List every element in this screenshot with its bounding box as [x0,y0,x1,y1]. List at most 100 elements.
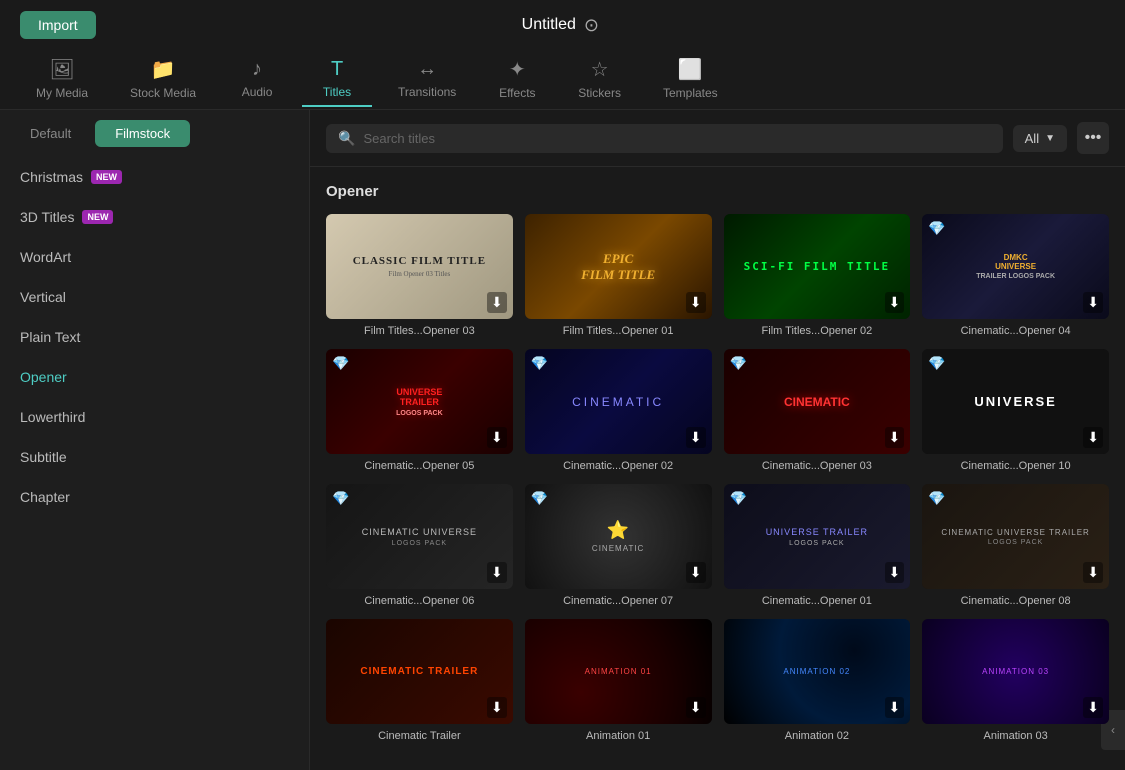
grid-item-animation-03[interactable]: ANIMATION 03 ⬇ Animation 03 [922,619,1109,742]
download-icon[interactable]: ⬇ [885,427,905,448]
grid-item-film-opener-03[interactable]: CLASSIC FILM TITLEFilm Opener 03 Titles … [326,214,513,337]
sidebar-tab-filmstock[interactable]: Filmstock [95,120,190,147]
grid-thumb-cinematic-opener-07: ⭐CINEMATIC 💎 ⬇ [525,484,712,589]
sidebar-item-christmas[interactable]: ChristmasNEW [0,157,309,197]
title-area: Untitled ⊙ [522,15,599,36]
download-icon[interactable]: ⬇ [885,292,905,313]
download-icon[interactable]: ⬇ [1083,292,1103,313]
more-options-button[interactable]: ••• [1077,122,1109,154]
titles-label: Titles [323,85,351,99]
grid-container: Opener CLASSIC FILM TITLEFilm Opener 03 … [310,167,1125,770]
premium-gem-icon: 💎 [531,490,548,507]
grid-item-label: Animation 02 [724,730,911,742]
tab-stock-media[interactable]: 📁 Stock Media [114,51,212,108]
download-icon[interactable]: ⬇ [1083,562,1103,583]
grid-item-film-opener-01[interactable]: EPICFILM TITLE ⬇ Film Titles...Opener 01 [525,214,712,337]
grid-thumb-cinematic-opener-01: UNIVERSE TRAILERLOGOS PACK 💎 ⬇ [724,484,911,589]
tab-stickers[interactable]: ☆ Stickers [562,51,637,108]
grid-thumb-cinematic-opener-05: UNIVERSETRAILERLOGOS PACK 💎 ⬇ [326,349,513,454]
grid-item-cinematic-opener-01[interactable]: UNIVERSE TRAILERLOGOS PACK 💎 ⬇ Cinematic… [724,484,911,607]
download-icon[interactable]: ⬇ [686,427,706,448]
premium-gem-icon: 💎 [332,355,349,372]
download-icon[interactable]: ⬇ [885,697,905,718]
templates-label: Templates [663,86,718,100]
download-icon[interactable]: ⬇ [487,697,507,718]
grid-item-cinematic-opener-07[interactable]: ⭐CINEMATIC 💎 ⬇ Cinematic...Opener 07 [525,484,712,607]
badge-new: NEW [91,170,122,184]
sidebar-item-label: 3D Titles [20,209,74,225]
grid-item-cinematic-opener-05[interactable]: UNIVERSETRAILERLOGOS PACK 💎 ⬇ Cinematic.… [326,349,513,472]
nav-tabs: 🖼 My Media📁 Stock Media♪ AudioT Titles↔ … [0,50,1125,110]
grid-thumb-cinematic-opener-03: CINEMATIC 💎 ⬇ [724,349,911,454]
download-icon[interactable]: ⬇ [686,562,706,583]
tab-my-media[interactable]: 🖼 My Media [20,51,104,108]
grid-item-label: Film Titles...Opener 03 [326,325,513,337]
grid-thumb-animation-03: ANIMATION 03 ⬇ [922,619,1109,724]
right-content: 🔍 All ▼ ••• Opener CLASSIC FILM TITLEFil… [310,110,1125,770]
download-icon[interactable]: ⬇ [487,427,507,448]
sidebar-item-wordart[interactable]: WordArt [0,237,309,277]
project-title: Untitled [522,16,576,34]
sidebar-item-3d-titles[interactable]: 3D Titles NEW [0,197,309,237]
grid-item-cinematic-opener-06[interactable]: CINEMATIC UNIVERSELOGOS PACK 💎 ⬇ Cinemat… [326,484,513,607]
sidebar-item-subtitle[interactable]: Subtitle [0,437,309,477]
search-input[interactable] [363,131,990,146]
grid-item-label: Cinematic...Opener 07 [525,595,712,607]
grid-item-label: Animation 03 [922,730,1109,742]
premium-gem-icon: 💎 [531,355,548,372]
grid-item-cinematic-opener-04[interactable]: DMKCUNIVERSETRAILER LOGOS PACK 💎 ⬇ Cinem… [922,214,1109,337]
download-icon[interactable]: ⬇ [487,292,507,313]
grid-item-cinematic-opener-02[interactable]: CINEMATIC 💎 ⬇ Cinematic...Opener 02 [525,349,712,472]
audio-icon: ♪ [252,58,262,81]
download-icon[interactable]: ⬇ [487,562,507,583]
grid-item-cinematic-trailer[interactable]: CINEMATIC TRAILER ⬇ Cinematic Trailer [326,619,513,742]
download-icon[interactable]: ⬇ [885,562,905,583]
sidebar-tab-default[interactable]: Default [10,120,91,147]
download-icon[interactable]: ⬇ [1083,697,1103,718]
tab-audio[interactable]: ♪ Audio [222,52,292,107]
filter-dropdown[interactable]: All ▼ [1013,125,1067,152]
grid-thumb-cinematic-opener-08: CINEMATIC UNIVERSE TRAILERLOGOS PACK 💎 ⬇ [922,484,1109,589]
grid-item-label: Cinematic...Opener 01 [724,595,911,607]
download-icon[interactable]: ⬇ [686,697,706,718]
tab-templates[interactable]: ⬜ Templates [647,51,734,108]
grid-item-label: Cinematic...Opener 04 [922,325,1109,337]
grid-item-film-opener-02[interactable]: SCI-FI FILM TITLE ⬇ Film Titles...Opener… [724,214,911,337]
download-icon[interactable]: ⬇ [1083,427,1103,448]
tab-effects[interactable]: ✦ Effects [482,51,552,108]
grid-item-cinematic-opener-03[interactable]: CINEMATIC 💎 ⬇ Cinematic...Opener 03 [724,349,911,472]
grid-item-label: Cinematic...Opener 06 [326,595,513,607]
sidebar-item-lowerthird[interactable]: Lowerthird [0,397,309,437]
premium-gem-icon: 💎 [730,490,747,507]
sidebar-item-label: Plain Text [20,329,80,345]
grid-item-animation-02[interactable]: ANIMATION 02 ⬇ Animation 02 [724,619,911,742]
effects-icon: ✦ [509,57,526,82]
tab-transitions[interactable]: ↔ Transitions [382,52,472,107]
search-input-wrap: 🔍 [326,124,1003,153]
download-icon[interactable]: ⬇ [686,292,706,313]
premium-gem-icon: 💎 [332,490,349,507]
grid-thumb-cinematic-trailer: CINEMATIC TRAILER ⬇ [326,619,513,724]
sidebar-item-plain-text[interactable]: Plain Text [0,317,309,357]
sidebar-item-opener[interactable]: Opener [0,357,309,397]
tab-titles[interactable]: T Titles [302,52,372,107]
grid-item-cinematic-opener-10[interactable]: UNIVERSE 💎 ⬇ Cinematic...Opener 10 [922,349,1109,472]
titles-grid: CLASSIC FILM TITLEFilm Opener 03 Titles … [326,214,1109,742]
sidebar-item-label: Vertical [20,289,66,305]
title-dropdown-icon[interactable]: ⊙ [584,15,599,36]
sidebar-item-label: Chapter [20,489,70,505]
badge-new: NEW [82,210,113,224]
grid-item-animation-01[interactable]: ANIMATION 01 ⬇ Animation 01 [525,619,712,742]
sidebar-item-vertical[interactable]: Vertical [0,277,309,317]
grid-thumb-film-opener-01: EPICFILM TITLE ⬇ [525,214,712,319]
grid-item-label: Cinematic Trailer [326,730,513,742]
grid-item-label: Film Titles...Opener 01 [525,325,712,337]
grid-item-label: Cinematic...Opener 03 [724,460,911,472]
transitions-icon: ↔ [417,58,437,81]
filter-label: All [1025,131,1039,146]
import-button[interactable]: Import [20,11,96,39]
grid-item-cinematic-opener-08[interactable]: CINEMATIC UNIVERSE TRAILERLOGOS PACK 💎 ⬇… [922,484,1109,607]
search-icon: 🔍 [338,130,355,147]
sidebar-item-chapter[interactable]: Chapter [0,477,309,517]
grid-thumb-cinematic-opener-02: CINEMATIC 💎 ⬇ [525,349,712,454]
